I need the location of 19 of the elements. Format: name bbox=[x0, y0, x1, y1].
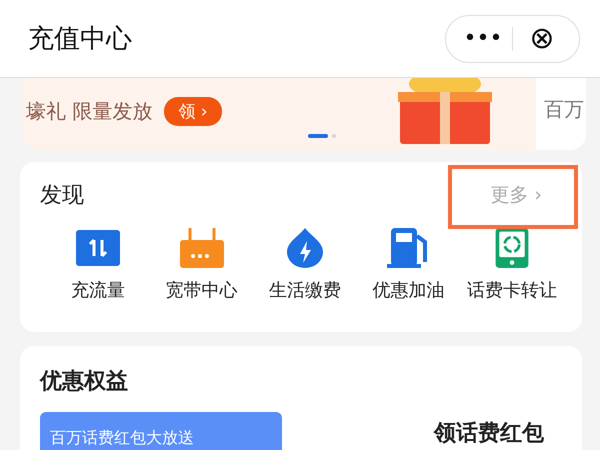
section-title: 优惠权益 bbox=[40, 368, 129, 396]
service-item[interactable]: 优惠加油 bbox=[358, 228, 458, 302]
section-title: 发现 bbox=[40, 182, 84, 210]
banner-text: 壕礼 限量发放 bbox=[26, 98, 152, 124]
service-item[interactable]: 生活缴费 bbox=[255, 228, 355, 302]
service-item[interactable]: 宽带中心 bbox=[152, 228, 252, 302]
offer-title: 领话费红包 bbox=[434, 420, 544, 448]
arrows-icon bbox=[76, 228, 120, 268]
page-title: 充值中心 bbox=[28, 23, 132, 56]
close-button[interactable]: ⊗ bbox=[513, 18, 571, 58]
router-icon bbox=[180, 228, 224, 268]
next-card[interactable]: 百万 bbox=[536, 78, 586, 150]
promo-banner[interactable]: 壕礼 限量发放 领 › bbox=[22, 78, 536, 150]
card-text: 百万 bbox=[544, 96, 584, 123]
lightning-drop-icon bbox=[285, 228, 325, 268]
phone-card-icon bbox=[494, 228, 530, 268]
service-item[interactable]: 充流量 bbox=[48, 228, 148, 302]
more-button[interactable]: ••• bbox=[454, 18, 512, 58]
service-item[interactable]: 话费卡转让 bbox=[462, 228, 562, 302]
